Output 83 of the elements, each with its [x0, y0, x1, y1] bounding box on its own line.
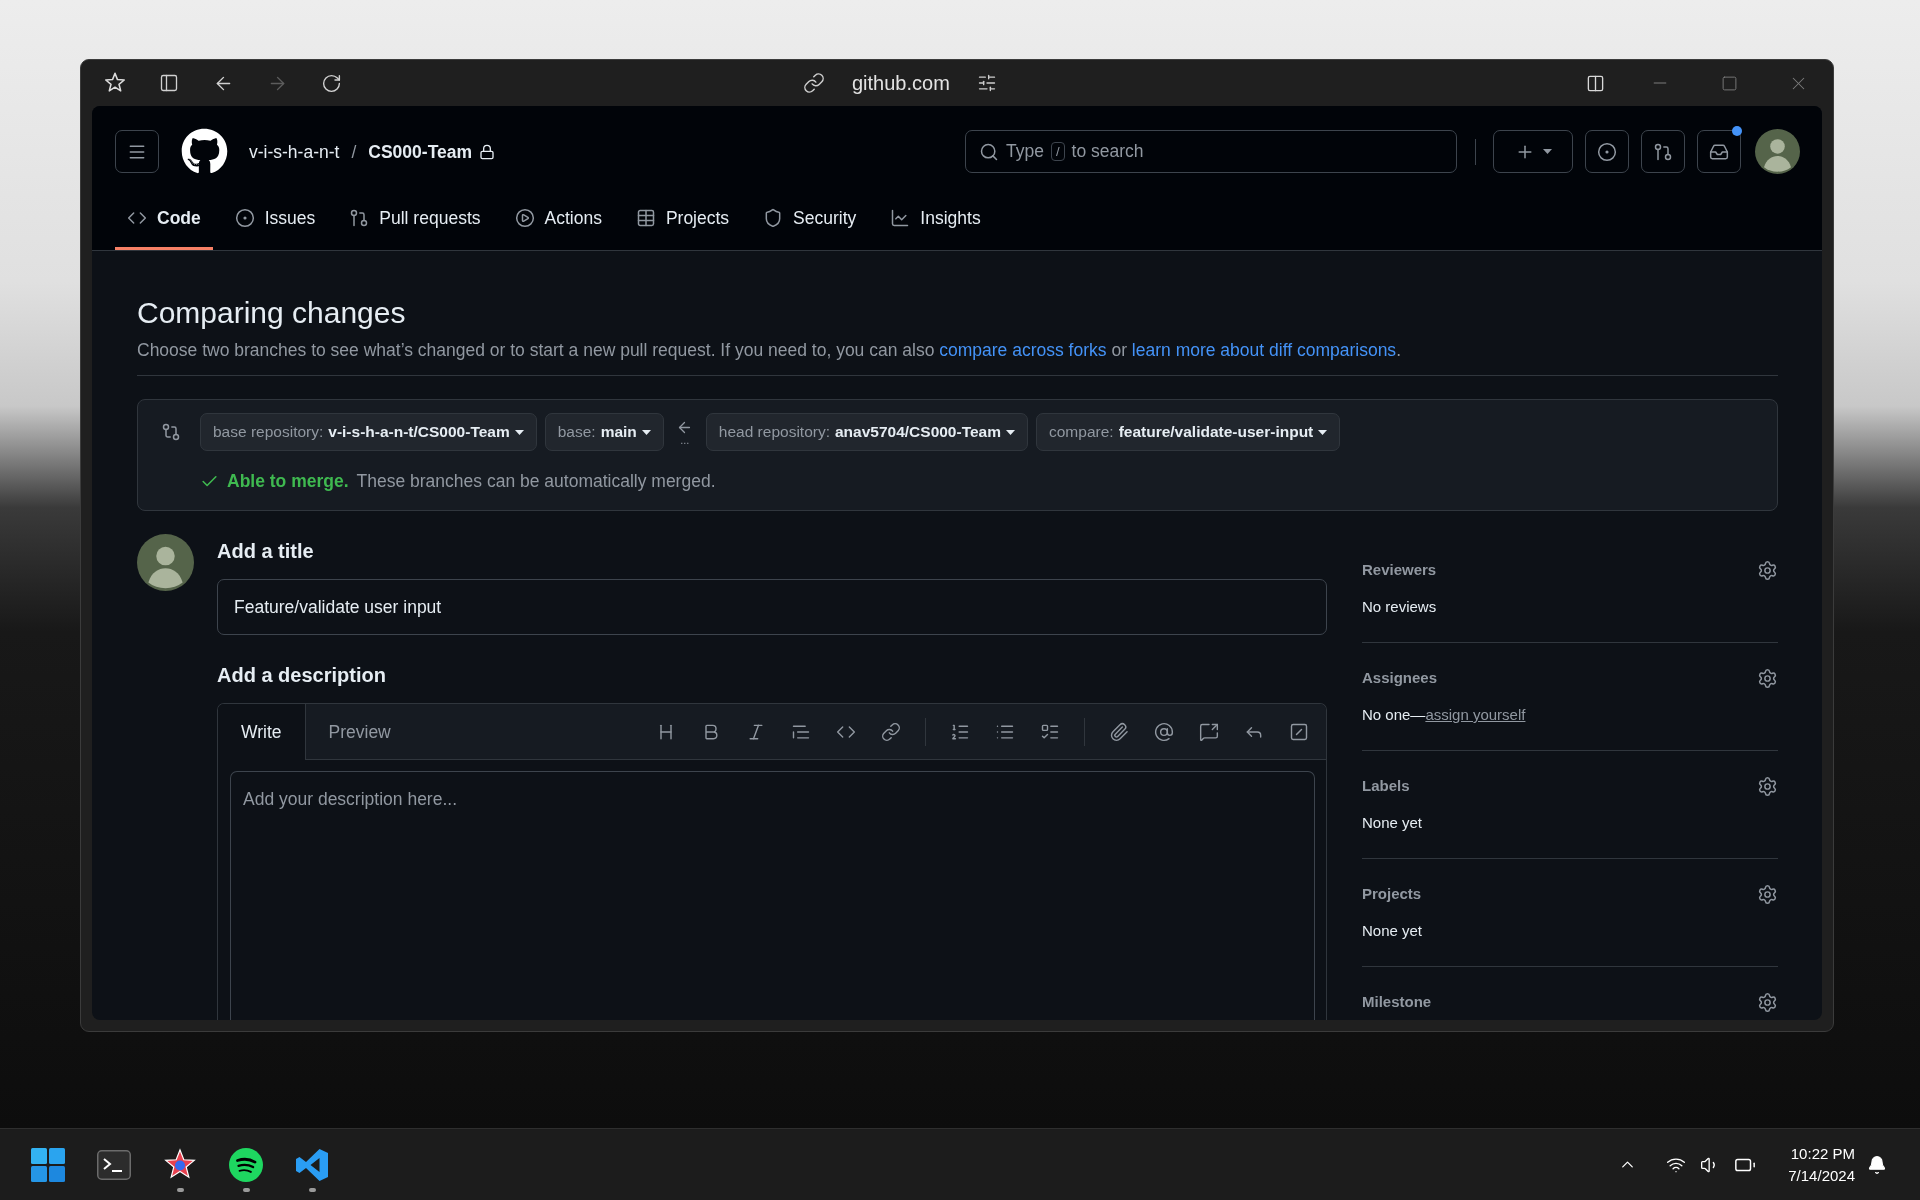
- search-icon: [979, 141, 999, 162]
- branch-select-button[interactable]: base repository: v-i-s-h-a-n-t/CS000-Team: [200, 413, 537, 451]
- pull-requests-button[interactable]: [1641, 130, 1685, 173]
- table-icon: [635, 208, 656, 228]
- branch-select-button[interactable]: head repository: anav5704/CS000-Team: [705, 413, 1028, 451]
- caret-down-icon: [514, 429, 524, 435]
- title-heading: Add a title: [217, 539, 315, 564]
- pull-request-icon: [1653, 141, 1673, 162]
- sidebar-heading: Reviewers: [1362, 560, 1437, 580]
- settings-icon[interactable]: [1757, 667, 1778, 689]
- keyboard-shortcut-key: /: [1050, 142, 1065, 161]
- description-textarea[interactable]: Add your description here...: [230, 771, 1315, 1020]
- link-icon[interactable]: [881, 721, 901, 742]
- clock-time[interactable]: 10:22 PM: [1790, 1142, 1855, 1165]
- circle-dot-icon: [234, 208, 255, 228]
- sidebar-value: None yet: [1362, 813, 1424, 833]
- editor-tab[interactable]: Preview: [305, 704, 415, 760]
- sidebar-heading: Labels: [1362, 776, 1410, 796]
- address-bar-url[interactable]: github.com: [852, 70, 950, 96]
- settings-icon[interactable]: [1757, 775, 1778, 797]
- text-link[interactable]: learn more about diff comparisons: [1131, 340, 1397, 360]
- user-avatar: [137, 534, 194, 591]
- text-link[interactable]: assign yourself: [1425, 706, 1526, 723]
- repo-tab[interactable]: Code: [115, 191, 213, 250]
- split-view-icon[interactable]: [1585, 73, 1605, 93]
- compare-arrows-icon: [161, 422, 181, 442]
- settings-icon[interactable]: [1757, 559, 1778, 581]
- settings-icon[interactable]: [1757, 991, 1778, 1013]
- repo-tab[interactable]: Pull requests: [337, 191, 493, 250]
- description-heading: Add a description: [217, 663, 387, 688]
- line-chart-icon: [890, 208, 911, 228]
- cat-logo-icon[interactable]: [181, 128, 228, 175]
- sidebar-value: No reviews: [1362, 597, 1438, 617]
- repo-tab[interactable]: Actions: [502, 191, 614, 250]
- sidebar-heading: Assignees: [1362, 668, 1438, 688]
- caret-down-icon: [1542, 149, 1552, 154]
- settings-icon[interactable]: [1757, 883, 1778, 905]
- repo-tab[interactable]: Issues: [222, 191, 328, 250]
- sidebar-heading: Projects: [1362, 884, 1422, 904]
- star-logo-icon[interactable]: [104, 72, 126, 94]
- text-link[interactable]: compare across forks: [939, 340, 1107, 360]
- path-separator: /: [351, 140, 357, 164]
- branch-select-button[interactable]: compare: feature/validate-user-input: [1036, 413, 1341, 451]
- search-field[interactable]: Type / to search: [965, 130, 1457, 173]
- intro-text: Choose two branches to see what’s changed or to start a new pull request. If you need to, you can also compare across forks or learn more about diff comparisons.: [137, 338, 1778, 376]
- repo-tab[interactable]: Insights: [878, 191, 993, 250]
- paperclip-icon[interactable]: [1109, 721, 1129, 742]
- caret-down-icon: [641, 429, 651, 435]
- caret-down-icon: [1318, 429, 1328, 435]
- title-input[interactable]: Feature/validate user input: [217, 579, 1327, 635]
- user-avatar[interactable]: [1755, 129, 1800, 174]
- menu-button[interactable]: [115, 130, 159, 173]
- play-circle-icon: [514, 208, 535, 228]
- sound-waves-app-icon[interactable]: [229, 1147, 263, 1182]
- sidebar-value: None yet: [1362, 921, 1424, 941]
- terminal-icon[interactable]: [97, 1149, 131, 1180]
- pull-request-icon: [349, 208, 370, 228]
- editor-tab[interactable]: Write: [218, 704, 306, 760]
- bell-icon[interactable]: [1867, 1154, 1887, 1175]
- sidebar-heading: Milestone: [1362, 992, 1432, 1012]
- owner-link[interactable]: v-i-s-h-a-n-t: [249, 137, 340, 166]
- circle-dot-icon: [1597, 141, 1617, 162]
- start-menu-icon[interactable]: [31, 1147, 65, 1182]
- sidebar-toggle-icon[interactable]: [159, 73, 179, 93]
- page-title: Comparing changes: [137, 295, 407, 331]
- issues-button[interactable]: [1585, 130, 1629, 173]
- sliders-icon[interactable]: [976, 73, 997, 93]
- caret-down-icon: [1006, 429, 1015, 435]
- merge-status-detail: These branches can be automatically merged.: [356, 470, 716, 493]
- slash-command-icon[interactable]: [1289, 721, 1309, 742]
- repo-tab[interactable]: Projects: [623, 191, 742, 250]
- sidebar-value: No one—assign yourself: [1362, 705, 1527, 725]
- repo-tab[interactable]: Security: [751, 191, 869, 250]
- clock-date[interactable]: 7/14/2024: [1788, 1164, 1855, 1187]
- reference-icon[interactable]: [1199, 721, 1219, 742]
- mention-icon[interactable]: [1154, 721, 1174, 742]
- link-icon: [803, 72, 825, 94]
- repo-link[interactable]: CS000-Team: [368, 137, 473, 166]
- range-dots: ...: [680, 436, 690, 445]
- folded-ribbon-app-icon[interactable]: [295, 1147, 329, 1182]
- branch-select-button[interactable]: base: main: [544, 413, 664, 451]
- reload-icon[interactable]: [320, 72, 342, 94]
- merge-status-headline: Able to merge.: [227, 470, 349, 493]
